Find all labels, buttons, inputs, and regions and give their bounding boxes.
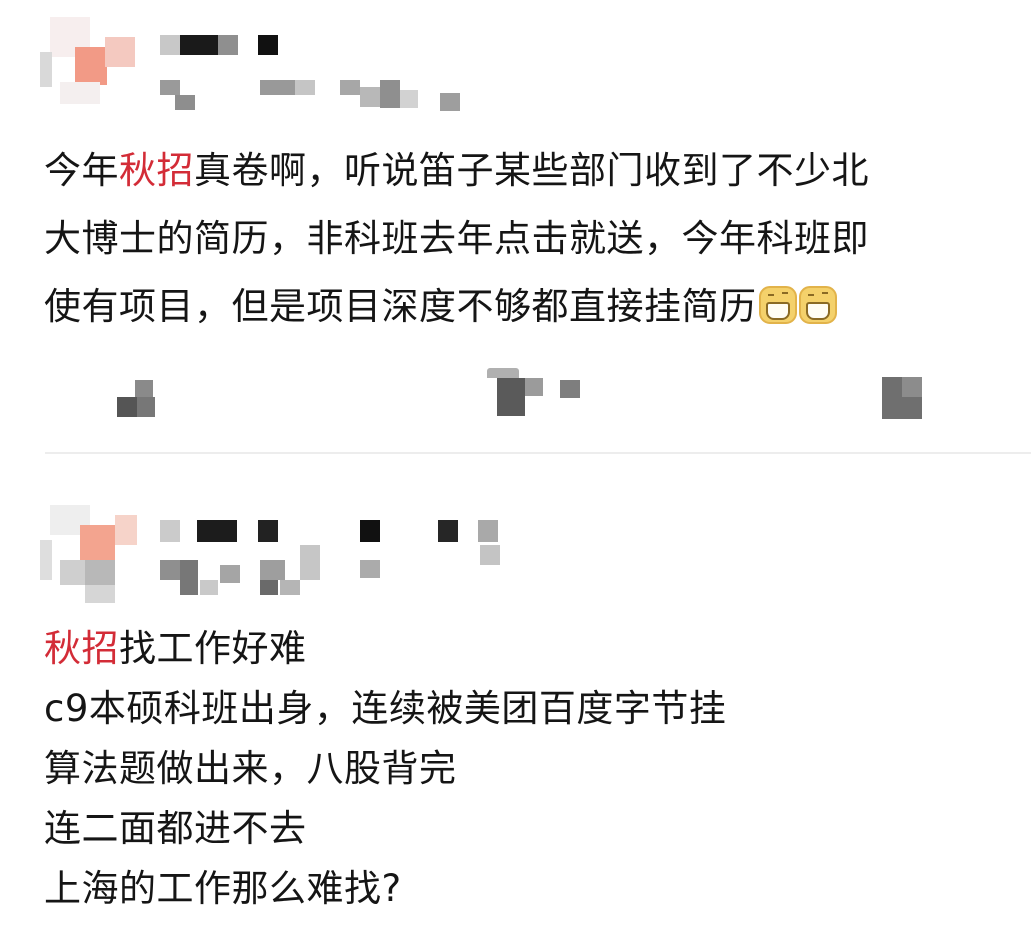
post-body-line: 秋招找工作好难	[44, 627, 307, 670]
post-meta	[155, 75, 475, 115]
like-icon[interactable]	[880, 375, 925, 420]
post-card-1: 今年秋招真卷啊，听说笛子某些部门收到了不少北 大博士的简历，非科班去年点击就送，…	[0, 0, 1031, 452]
post-body-line: 连二面都进不去	[44, 807, 307, 850]
post-meta	[155, 535, 515, 595]
hashtag-link[interactable]: 秋招	[119, 149, 194, 192]
post-body-line: 算法题做出来，八股背完	[44, 747, 457, 790]
divider	[45, 452, 1031, 454]
comment-icon[interactable]	[485, 368, 585, 420]
grin-emoji	[798, 286, 837, 324]
post-body-line: 今年秋招真卷啊，听说笛子某些部门收到了不少北	[44, 149, 869, 192]
post-body-line: 大博士的简历，非科班去年点击就送，今年科班即	[44, 217, 869, 260]
post-body: 秋招找工作好难 c9本硕科班出身，连续被美团百度字节挂 算法题做出来，八股背完 …	[44, 619, 726, 919]
avatar[interactable]	[40, 12, 150, 112]
username[interactable]	[155, 30, 285, 60]
post-body-line: 使有项目，但是项目深度不够都直接挂简历	[44, 273, 869, 341]
grin-emoji	[758, 286, 797, 324]
hashtag-link[interactable]: 秋招	[44, 627, 119, 670]
post-body-line: c9本硕科班出身，连续被美团百度字节挂	[44, 687, 727, 730]
post-body-line: 上海的工作那么难找?	[44, 867, 402, 910]
avatar[interactable]	[40, 495, 150, 605]
post-body: 今年秋招真卷啊，听说笛子某些部门收到了不少北 大博士的简历，非科班去年点击就送，…	[44, 137, 869, 341]
post-card-2: 秋招找工作好难 c9本硕科班出身，连续被美团百度字节挂 算法题做出来，八股背完 …	[0, 455, 1031, 933]
repost-icon[interactable]	[115, 375, 160, 420]
